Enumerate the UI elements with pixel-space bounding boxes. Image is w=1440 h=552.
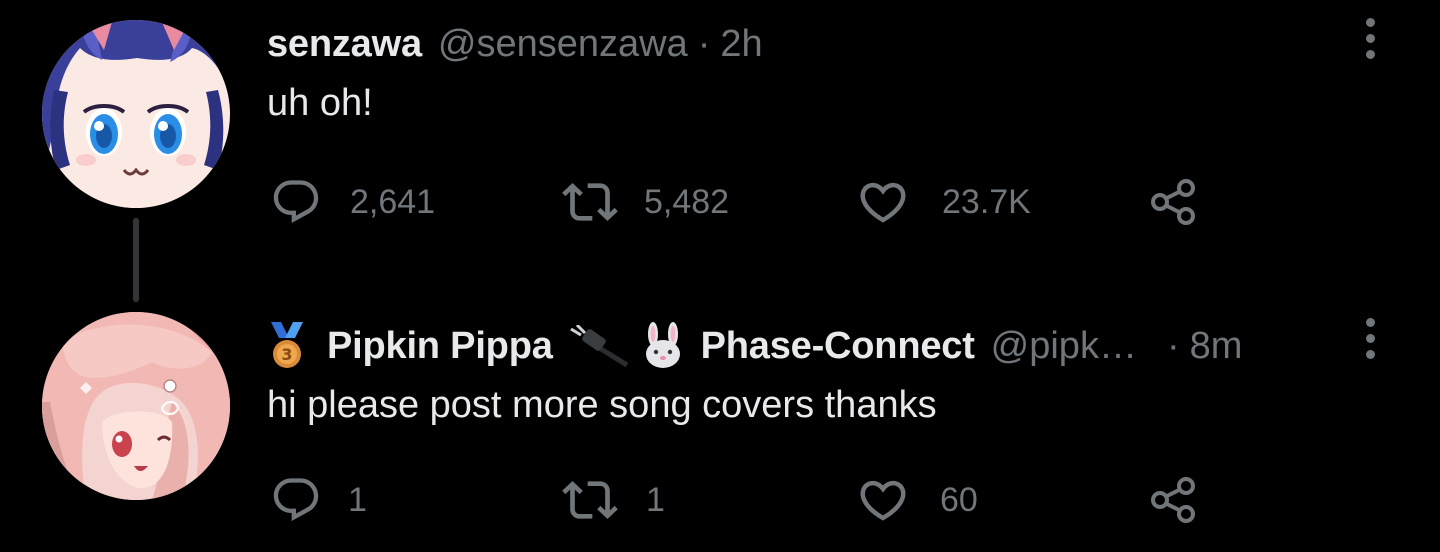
- reply-icon: [270, 474, 322, 526]
- tweet-actions: 2,641 5,482 23.7K: [270, 172, 1230, 232]
- share-icon: [1146, 472, 1202, 528]
- like-button[interactable]: 23.7K: [856, 172, 1031, 232]
- timestamp[interactable]: 8m: [1190, 325, 1243, 368]
- plug-icon: [567, 325, 629, 367]
- share-icon: [1146, 174, 1202, 230]
- more-icon[interactable]: [1352, 308, 1388, 368]
- tweet-header: 3 Pipkin Pippa Phase-Connect @pipk… · 8m: [267, 316, 1242, 376]
- rabbit-icon: [639, 322, 687, 370]
- display-name[interactable]: senzawa: [267, 23, 422, 66]
- reply-count: 2,641: [350, 182, 436, 221]
- reply-button[interactable]: 1: [270, 470, 367, 530]
- timestamp[interactable]: 2h: [720, 23, 762, 66]
- handle[interactable]: @pipk…: [991, 325, 1137, 368]
- like-icon: [856, 473, 910, 527]
- handle[interactable]: @sensenzawa: [438, 23, 688, 66]
- avatar[interactable]: [42, 20, 230, 208]
- more-icon[interactable]: [1352, 8, 1388, 68]
- retweet-button[interactable]: 1: [562, 470, 665, 530]
- share-button[interactable]: [1146, 470, 1202, 530]
- tweet[interactable]: 3 Pipkin Pippa Phase-Connect @pipk… · 8m…: [0, 300, 1440, 552]
- retweet-icon: [562, 174, 618, 230]
- thread-line: [133, 218, 139, 302]
- retweet-count: 5,482: [644, 182, 730, 221]
- tweet-text: uh oh!: [267, 82, 373, 124]
- reply-button[interactable]: 2,641: [270, 172, 435, 232]
- tweet[interactable]: senzawa @sensenzawa · 2h uh oh! 2,641 5,…: [0, 0, 1440, 302]
- like-button[interactable]: 60: [856, 470, 978, 530]
- retweet-icon: [562, 472, 618, 528]
- tweet-text: hi please post more song covers thanks: [267, 384, 937, 426]
- reply-count: 1: [348, 480, 367, 519]
- like-count: 60: [940, 480, 978, 519]
- avatar[interactable]: [42, 312, 230, 500]
- retweet-count: 1: [646, 480, 665, 519]
- share-button[interactable]: [1146, 172, 1202, 232]
- medal-3-icon: 3: [267, 322, 307, 370]
- retweet-button[interactable]: 5,482: [562, 172, 729, 232]
- tweet-header: senzawa @sensenzawa · 2h: [267, 14, 763, 74]
- affiliation-name[interactable]: Phase-Connect: [701, 325, 975, 368]
- reply-icon: [270, 176, 322, 228]
- like-icon: [856, 175, 910, 229]
- separator: ·: [1166, 324, 1180, 367]
- display-name[interactable]: Pipkin Pippa: [327, 325, 553, 368]
- separator: ·: [697, 22, 711, 65]
- tweet-actions: 1 1 60: [270, 470, 1230, 530]
- like-count: 23.7K: [942, 182, 1031, 221]
- svg-text:3: 3: [281, 345, 292, 364]
